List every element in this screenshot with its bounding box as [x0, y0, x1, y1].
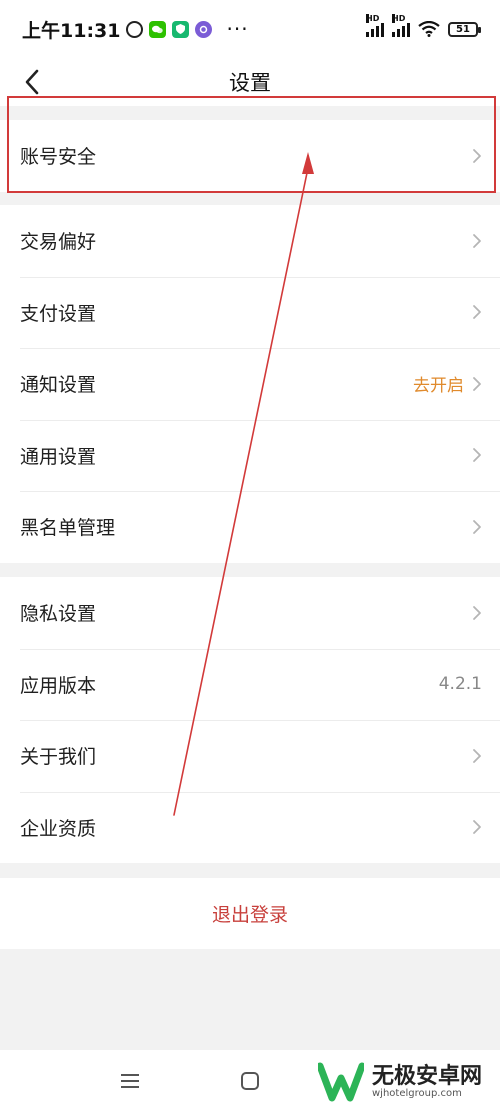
signal-icon: HD — [392, 14, 410, 37]
battery-icon: 51 — [448, 21, 481, 37]
menu-button[interactable] — [110, 1061, 150, 1101]
row-label: 应用版本 — [20, 674, 97, 697]
status-time: 上午11:31 — [22, 19, 121, 42]
watermark: 无极安卓网 wjhotelgroup.com — [318, 1062, 482, 1102]
settings-row-payment[interactable]: 支付设置 — [0, 276, 500, 349]
app-icon — [195, 20, 213, 38]
status-right: HD HD 51 — [366, 14, 481, 37]
logout-label: 退出登录 — [211, 904, 288, 926]
chevron-right-icon — [473, 748, 481, 763]
chevron-right-icon — [473, 448, 481, 463]
signal-icon: HD — [366, 14, 384, 37]
back-button[interactable] — [12, 62, 52, 102]
row-label: 隐私设置 — [20, 603, 97, 626]
wifi-icon — [418, 21, 440, 37]
chevron-left-icon — [25, 69, 39, 95]
row-label: 黑名单管理 — [20, 517, 116, 540]
chevron-right-icon — [473, 605, 481, 620]
settings-row-trade-preference[interactable]: 交易偏好 — [0, 205, 500, 277]
menu-icon — [121, 1073, 139, 1088]
watermark-logo-icon — [318, 1062, 364, 1102]
header: 设置 — [0, 58, 500, 106]
app-version-value: 4.2.1 — [438, 674, 482, 695]
watermark-title: 无极安卓网 — [372, 1063, 483, 1089]
settings-row-general[interactable]: 通用设置 — [0, 419, 500, 492]
row-label: 通用设置 — [20, 445, 97, 468]
status-left: 上午11:31 ··· — [22, 16, 249, 43]
logout-button[interactable]: 退出登录 — [0, 878, 500, 949]
chevron-right-icon — [473, 148, 481, 163]
settings-group-general: 交易偏好 支付设置 通知设置 去开启 通用设置 黑名单管理 — [0, 205, 500, 563]
settings-row-app-version: 应用版本 4.2.1 — [0, 648, 500, 721]
wechat-icon — [149, 20, 167, 38]
enable-notifications-link[interactable]: 去开启 — [413, 371, 464, 396]
watermark-url: wjhotelgroup.com — [372, 1087, 462, 1099]
settings-group-about: 隐私设置 应用版本 4.2.1 关于我们 企业资质 — [0, 577, 500, 863]
settings-row-privacy[interactable]: 隐私设置 — [0, 577, 500, 649]
row-label: 交易偏好 — [20, 231, 97, 254]
hd-label: HD — [392, 14, 406, 23]
settings-row-about-us[interactable]: 关于我们 — [0, 720, 500, 792]
row-label: 账号安全 — [20, 146, 97, 169]
row-label: 通知设置 — [20, 374, 97, 397]
status-bar: 上午11:31 ··· HD HD 51 — [0, 0, 500, 58]
page-title: 设置 — [229, 71, 271, 95]
more-notifications-icon: ··· — [226, 17, 249, 41]
chevron-right-icon — [473, 305, 481, 320]
row-label: 关于我们 — [20, 746, 97, 769]
row-label: 企业资质 — [20, 817, 97, 840]
home-button[interactable] — [230, 1061, 270, 1101]
chevron-right-icon — [473, 519, 481, 534]
chevron-right-icon — [473, 820, 481, 835]
settings-row-notifications[interactable]: 通知设置 去开启 — [0, 348, 500, 420]
settings-group-account: 账号安全 — [0, 120, 500, 192]
row-label: 支付设置 — [20, 302, 97, 325]
chevron-right-icon — [473, 233, 481, 248]
settings-row-blacklist[interactable]: 黑名单管理 — [0, 491, 500, 563]
alarm-icon — [126, 20, 144, 38]
chevron-right-icon — [473, 376, 481, 391]
home-icon — [241, 1071, 259, 1090]
hd-label: HD — [366, 14, 380, 23]
settings-row-account-security[interactable]: 账号安全 — [0, 120, 500, 192]
app-icon — [172, 20, 190, 38]
settings-row-company-qualification[interactable]: 企业资质 — [0, 791, 500, 864]
